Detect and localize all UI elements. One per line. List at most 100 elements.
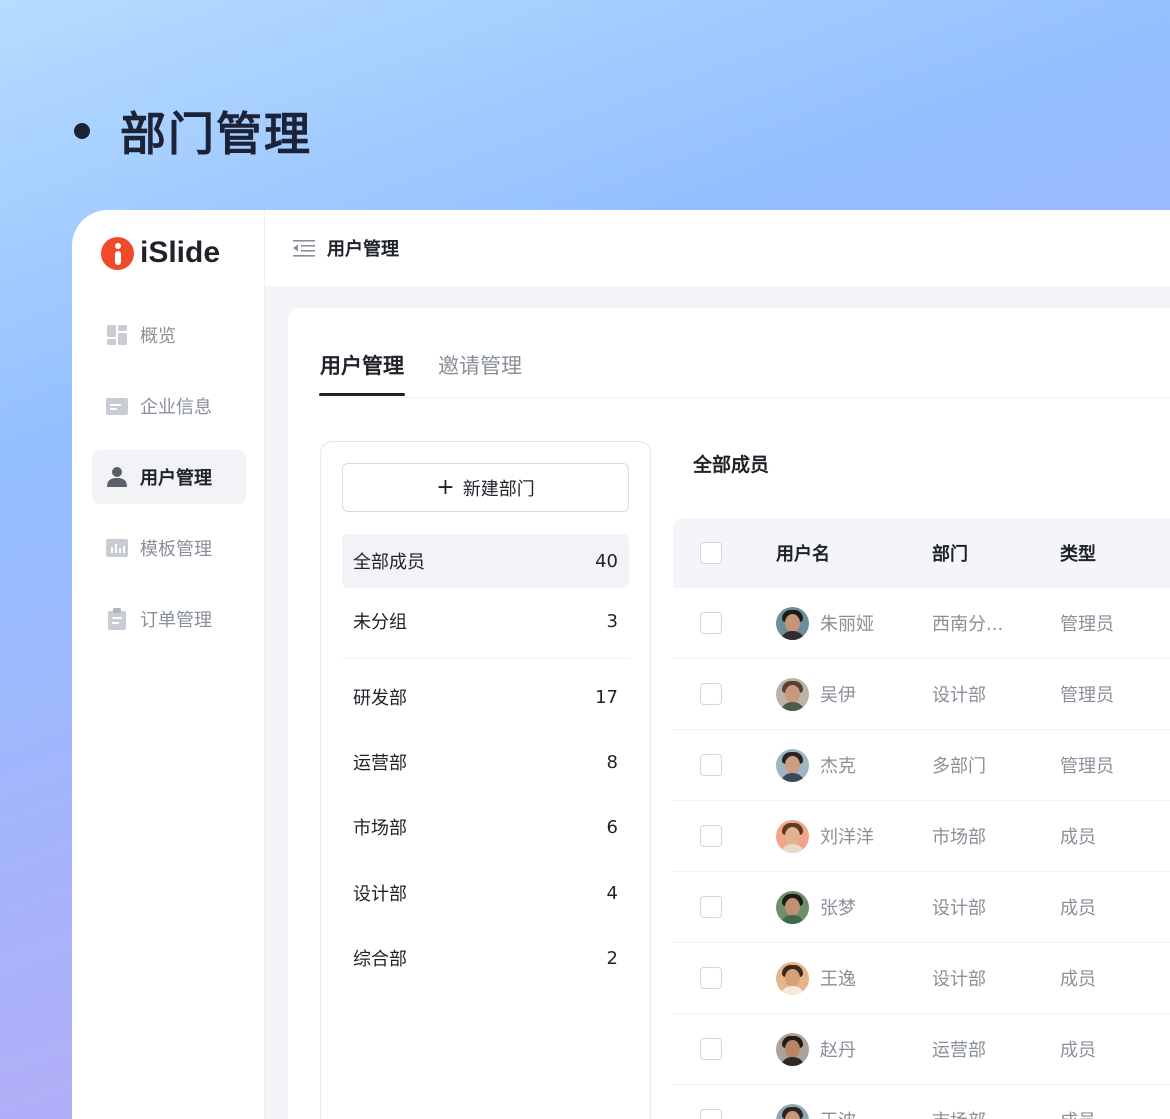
avatar [776, 606, 809, 640]
avatar [776, 677, 809, 711]
row-checkbox[interactable] [700, 1109, 722, 1119]
select-all-checkbox[interactable] [700, 542, 722, 564]
row-checkbox[interactable] [700, 967, 722, 989]
members-title: 全部成员 [693, 454, 770, 476]
topbar-title: 用户管理 [327, 239, 399, 260]
column-header-username: 用户名 [776, 544, 830, 565]
department-count: 4 [606, 882, 618, 904]
table-header: 用户名 部门 类型 [673, 518, 1170, 588]
user-type: 管理员 [1060, 756, 1114, 777]
sidebar-item-label: 用户管理 [140, 468, 212, 489]
user-department: 设计部 [932, 898, 986, 919]
sidebar-item-user-management[interactable]: 用户管理 [92, 450, 246, 504]
user-name: 杰克 [820, 756, 856, 777]
department-count: 8 [606, 751, 618, 773]
row-checkbox[interactable] [700, 754, 722, 776]
department-count: 40 [595, 550, 618, 572]
department-name: 研发部 [353, 688, 407, 709]
user-name: 吴伊 [820, 685, 856, 706]
avatar [776, 961, 809, 995]
user-type: 管理员 [1060, 614, 1114, 635]
row-checkbox[interactable] [700, 825, 722, 847]
table-row[interactable]: 张梦 设计部 成员 [673, 872, 1170, 943]
user-name: 刘洋洋 [820, 827, 874, 848]
department-divider [342, 658, 629, 659]
user-icon [107, 467, 127, 487]
islide-logo-icon [101, 236, 134, 270]
column-header-department: 部门 [932, 544, 968, 565]
avatar [776, 1032, 809, 1066]
department-count: 6 [606, 816, 618, 838]
main-card: 用户管理 邀请管理 + 新建部门 全部成员 40 未分组 3 研发部 17 运营… [288, 308, 1170, 1119]
table-row[interactable]: 杰克 多部门 管理员 [673, 730, 1170, 801]
department-item-rd[interactable]: 研发部 17 [342, 670, 629, 724]
row-checkbox[interactable] [700, 1038, 722, 1060]
department-item-operations[interactable]: 运营部 8 [342, 735, 629, 789]
avatar [776, 819, 809, 853]
row-checkbox[interactable] [700, 612, 722, 634]
user-type: 成员 [1060, 827, 1096, 848]
sidebar-item-template-management[interactable]: 模板管理 [92, 521, 246, 575]
brand-logo[interactable]: iSlide [101, 236, 220, 270]
sidebar: iSlide 概览 企业信息 用户管理 模板管理 订单管理 [72, 210, 265, 1119]
new-department-label: 新建部门 [462, 478, 535, 500]
user-type: 成员 [1060, 1040, 1096, 1061]
department-item-design[interactable]: 设计部 4 [342, 866, 629, 920]
tab-user-management[interactable]: 用户管理 [319, 350, 405, 396]
clipboard-icon [108, 608, 126, 630]
department-count: 3 [606, 610, 618, 632]
department-name: 运营部 [353, 753, 407, 774]
sidebar-item-label: 企业信息 [140, 397, 212, 418]
department-name: 设计部 [353, 884, 407, 905]
row-checkbox[interactable] [700, 896, 722, 918]
avatar [776, 890, 809, 924]
avatar [776, 748, 809, 782]
user-department: 市场部 [932, 827, 986, 848]
chart-icon [106, 539, 128, 557]
department-count: 2 [606, 947, 618, 969]
dashboard-icon [107, 325, 127, 345]
user-type: 管理员 [1060, 685, 1114, 706]
department-item-ungrouped[interactable]: 未分组 3 [342, 594, 629, 648]
row-checkbox[interactable] [700, 683, 722, 705]
user-department: 运营部 [932, 1040, 986, 1061]
sidebar-item-label: 模板管理 [140, 539, 212, 560]
user-name: 朱丽娅 [820, 614, 874, 635]
department-name: 未分组 [353, 612, 407, 633]
user-type: 成员 [1060, 969, 1096, 990]
user-name: 张梦 [820, 898, 856, 919]
sidebar-item-overview[interactable]: 概览 [92, 308, 246, 362]
bullet-dot [74, 123, 90, 139]
user-department: 多部门 [932, 756, 986, 777]
page-heading: 部门管理 [120, 107, 312, 161]
table-row[interactable]: 赵丹 运营部 成员 [673, 1014, 1170, 1085]
department-name: 市场部 [353, 818, 407, 839]
menu-collapse-icon[interactable] [293, 239, 315, 257]
sidebar-item-order-management[interactable]: 订单管理 [92, 592, 246, 646]
table-row[interactable]: 吴伊 设计部 管理员 [673, 659, 1170, 730]
user-type: 成员 [1060, 898, 1096, 919]
department-item-all[interactable]: 全部成员 40 [342, 534, 629, 588]
sidebar-item-company-info[interactable]: 企业信息 [92, 379, 246, 433]
department-count: 17 [595, 686, 618, 708]
user-department: 设计部 [932, 685, 986, 706]
tabs-divider [320, 397, 1170, 398]
user-name: 赵丹 [820, 1040, 856, 1061]
table-row[interactable]: 朱丽娅 西南分... 管理员 [673, 588, 1170, 659]
top-bar: 用户管理 [265, 210, 1170, 286]
plus-icon: + [436, 474, 455, 500]
members-table: 用户名 部门 类型 朱丽娅 西南分... 管理员 吴伊 设计部 管理员 杰克 多… [673, 518, 1170, 1119]
sidebar-item-label: 订单管理 [140, 610, 212, 631]
table-row[interactable]: 王波 市场部 成员 [673, 1085, 1170, 1119]
column-header-type: 类型 [1060, 544, 1096, 565]
department-item-general[interactable]: 综合部 2 [342, 931, 629, 985]
tab-invite-management[interactable]: 邀请管理 [438, 350, 522, 396]
user-department: 市场部 [932, 1107, 1060, 1119]
brand-name: iSlide [140, 236, 221, 269]
table-row[interactable]: 刘洋洋 市场部 成员 [673, 801, 1170, 872]
new-department-button[interactable]: + 新建部门 [342, 463, 629, 512]
table-row[interactable]: 王逸 设计部 成员 [673, 943, 1170, 1014]
department-name: 全部成员 [353, 552, 425, 573]
department-name: 综合部 [353, 949, 407, 970]
department-item-marketing[interactable]: 市场部 6 [342, 800, 629, 854]
